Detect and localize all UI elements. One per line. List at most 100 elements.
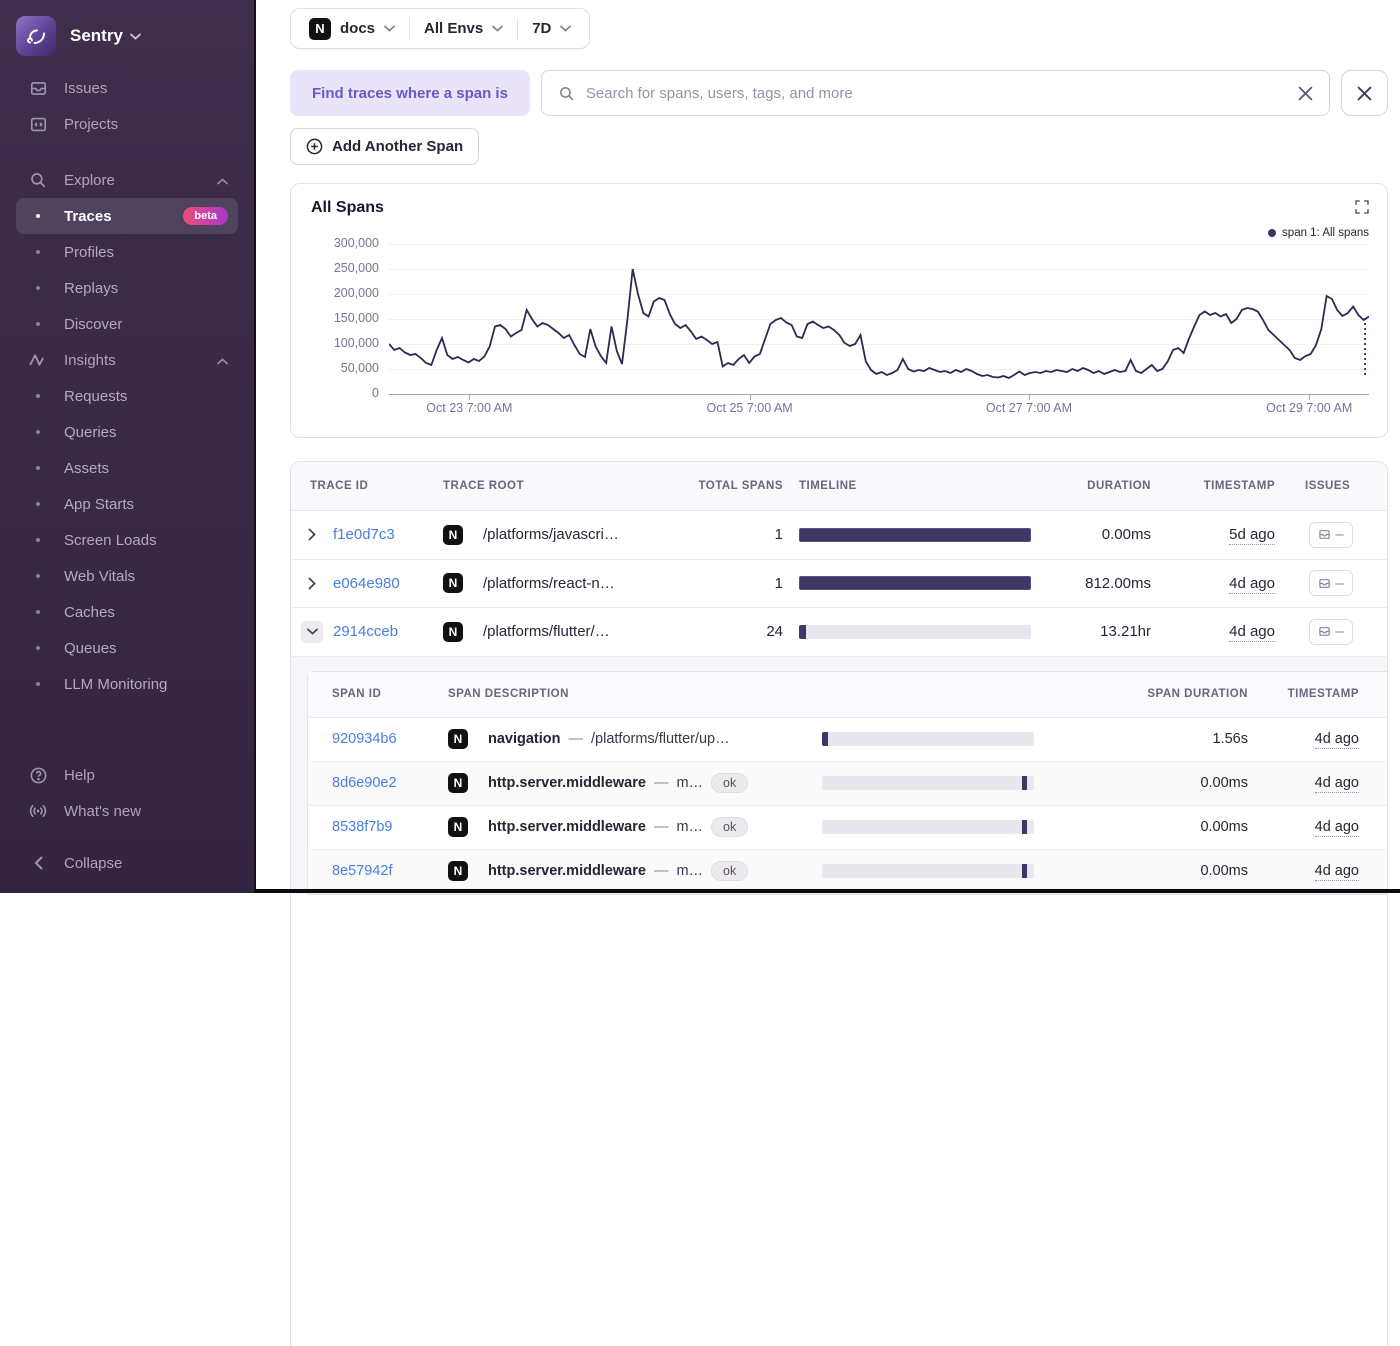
total-spans: 1 bbox=[679, 575, 783, 592]
timeline-cell bbox=[822, 776, 1058, 790]
broadcast-icon bbox=[28, 803, 48, 819]
sidebar-item-projects[interactable]: Projects bbox=[16, 106, 238, 142]
span-id-link[interactable]: 8d6e90e2 bbox=[332, 775, 397, 791]
timeline-cell bbox=[783, 625, 1047, 639]
column-header-total-spans: Total Spans bbox=[679, 480, 783, 492]
span-duration: 0.00ms bbox=[1058, 775, 1248, 791]
sidebar-section-explore[interactable]: Explore bbox=[16, 162, 238, 198]
column-header-span-id: Span ID bbox=[308, 688, 448, 700]
duration: 812.00ms bbox=[1047, 575, 1151, 592]
span-row[interactable]: 8538f7b9 N http.server.middleware — m… o… bbox=[308, 806, 1387, 850]
expand-chevron-right-icon[interactable] bbox=[291, 577, 333, 590]
sidebar-item-issues[interactable]: Issues bbox=[16, 70, 238, 106]
sidebar-item-assets[interactable]: Assets bbox=[16, 450, 238, 486]
y-axis-labels: 300,000 250,000 200,000 150,000 100,000 … bbox=[311, 244, 389, 394]
sidebar-item-traces[interactable]: Traces beta bbox=[16, 198, 238, 234]
sidebar-collapse-button[interactable]: Collapse bbox=[16, 845, 238, 881]
timestamp[interactable]: 4d ago bbox=[1315, 775, 1359, 793]
project-selector[interactable]: N docs bbox=[295, 18, 409, 40]
timestamp[interactable]: 4d ago bbox=[1315, 731, 1359, 749]
sidebar-item-app-starts[interactable]: App Starts bbox=[16, 486, 238, 522]
timeline-cell bbox=[822, 732, 1058, 746]
sidebar-item-label: Discover bbox=[64, 316, 122, 333]
chart-legend[interactable]: span 1: All spans bbox=[1268, 227, 1369, 239]
remove-span-filter-button[interactable] bbox=[1341, 70, 1388, 116]
add-another-span-label: Add Another Span bbox=[332, 138, 463, 155]
span-id-link[interactable]: 920934b6 bbox=[332, 731, 397, 747]
timestamp[interactable]: 4d ago bbox=[1229, 575, 1275, 594]
span-op: http.server.middleware bbox=[488, 863, 646, 879]
span-id-link[interactable]: 8538f7b9 bbox=[332, 819, 392, 835]
sidebar-item-profiles[interactable]: Profiles bbox=[16, 234, 238, 270]
span-id-link[interactable]: 8e57942f bbox=[332, 863, 392, 879]
nextjs-platform-icon: N bbox=[448, 861, 468, 881]
trace-id-link[interactable]: e064e980 bbox=[333, 575, 400, 592]
environment-selector[interactable]: All Envs bbox=[410, 20, 517, 37]
sidebar-item-screen-loads[interactable]: Screen Loads bbox=[16, 522, 238, 558]
bullet-icon bbox=[36, 646, 40, 650]
clear-search-icon[interactable] bbox=[1298, 86, 1313, 101]
nextjs-platform-icon: N bbox=[448, 773, 468, 793]
sidebar-item-whats-new[interactable]: What's new bbox=[16, 793, 238, 829]
column-header-timestamp: Timestamp bbox=[1151, 480, 1275, 492]
timestamp[interactable]: 4d ago bbox=[1315, 819, 1359, 837]
chevron-down-icon bbox=[492, 25, 503, 32]
date-range-selector[interactable]: 7D bbox=[518, 20, 585, 37]
timestamp[interactable]: 4d ago bbox=[1315, 863, 1359, 881]
bullet-icon bbox=[36, 574, 40, 578]
span-description: m… bbox=[676, 863, 703, 879]
bullet-icon bbox=[36, 322, 40, 326]
issues-button[interactable]: – bbox=[1309, 570, 1353, 596]
find-traces-label: Find traces where a span is bbox=[290, 70, 530, 116]
total-spans: 1 bbox=[679, 526, 783, 543]
sidebar-item-queries[interactable]: Queries bbox=[16, 414, 238, 450]
trace-id-link[interactable]: f1e0d7c3 bbox=[333, 526, 395, 543]
column-header-timeline: Timeline bbox=[783, 480, 1047, 492]
span-timeline-bar bbox=[822, 820, 1034, 834]
issues-icon bbox=[1318, 577, 1331, 590]
sidebar-item-help[interactable]: Help bbox=[16, 757, 238, 793]
chart-plot-area[interactable] bbox=[389, 244, 1369, 394]
sidebar-item-label: Issues bbox=[64, 80, 107, 97]
span-row[interactable]: 920934b6 N navigation — /platforms/flutt… bbox=[308, 718, 1387, 762]
timeline-cell bbox=[822, 820, 1058, 834]
add-another-span-button[interactable]: Add Another Span bbox=[290, 128, 479, 165]
section-label: Explore bbox=[64, 172, 115, 189]
chevron-down-icon bbox=[384, 25, 395, 32]
table-row[interactable]: f1e0d7c3 N /platforms/javascri… 1 0.00ms… bbox=[291, 511, 1387, 560]
sidebar-item-replays[interactable]: Replays bbox=[16, 270, 238, 306]
org-switcher[interactable]: Sentry bbox=[0, 14, 254, 70]
span-row[interactable]: 8e57942f N http.server.middleware — m… o… bbox=[308, 850, 1387, 894]
issues-icon bbox=[1318, 625, 1331, 638]
issues-button[interactable]: – bbox=[1309, 522, 1353, 548]
expand-chevron-right-icon[interactable] bbox=[291, 528, 333, 541]
fullscreen-icon[interactable] bbox=[1354, 199, 1370, 220]
sidebar-item-llm-monitoring[interactable]: LLM Monitoring bbox=[16, 666, 238, 702]
collapse-chevron-down-icon[interactable] bbox=[301, 621, 323, 643]
legend-dot-icon bbox=[1268, 229, 1276, 237]
sidebar-item-web-vitals[interactable]: Web Vitals bbox=[16, 558, 238, 594]
sidebar-item-queues[interactable]: Queues bbox=[16, 630, 238, 666]
trace-root: /platforms/flutter/… bbox=[483, 623, 679, 640]
table-header-row: Trace ID Trace Root Total Spans Timeline… bbox=[291, 462, 1387, 511]
chevron-up-icon bbox=[217, 172, 228, 189]
x-tick-label: Oct 29 7:00 AM bbox=[1266, 401, 1352, 415]
separator: — bbox=[654, 819, 669, 835]
x-tick-label: Oct 23 7:00 AM bbox=[426, 401, 512, 415]
timestamp[interactable]: 4d ago bbox=[1229, 623, 1275, 642]
table-row-expanded[interactable]: 2914cceb N /platforms/flutter/… 24 13.21… bbox=[291, 608, 1387, 657]
sidebar-item-label: Profiles bbox=[64, 244, 114, 261]
sidebar-item-requests[interactable]: Requests bbox=[16, 378, 238, 414]
sidebar-item-discover[interactable]: Discover bbox=[16, 306, 238, 342]
span-search-input[interactable] bbox=[586, 85, 1287, 102]
timestamp[interactable]: 5d ago bbox=[1229, 526, 1275, 545]
issues-button[interactable]: – bbox=[1309, 619, 1353, 645]
all-spans-chart-panel: All Spans span 1: All spans 300,000 250,… bbox=[290, 183, 1388, 438]
table-row[interactable]: e064e980 N /platforms/react-n… 1 812.00m… bbox=[291, 560, 1387, 609]
bullet-icon bbox=[36, 538, 40, 542]
trace-id-link[interactable]: 2914cceb bbox=[333, 623, 398, 640]
sidebar-section-insights[interactable]: Insights bbox=[16, 342, 238, 378]
span-row[interactable]: 8d6e90e2 N http.server.middleware — m… o… bbox=[308, 762, 1387, 806]
sidebar-item-caches[interactable]: Caches bbox=[16, 594, 238, 630]
timeline-bar bbox=[799, 625, 1031, 639]
